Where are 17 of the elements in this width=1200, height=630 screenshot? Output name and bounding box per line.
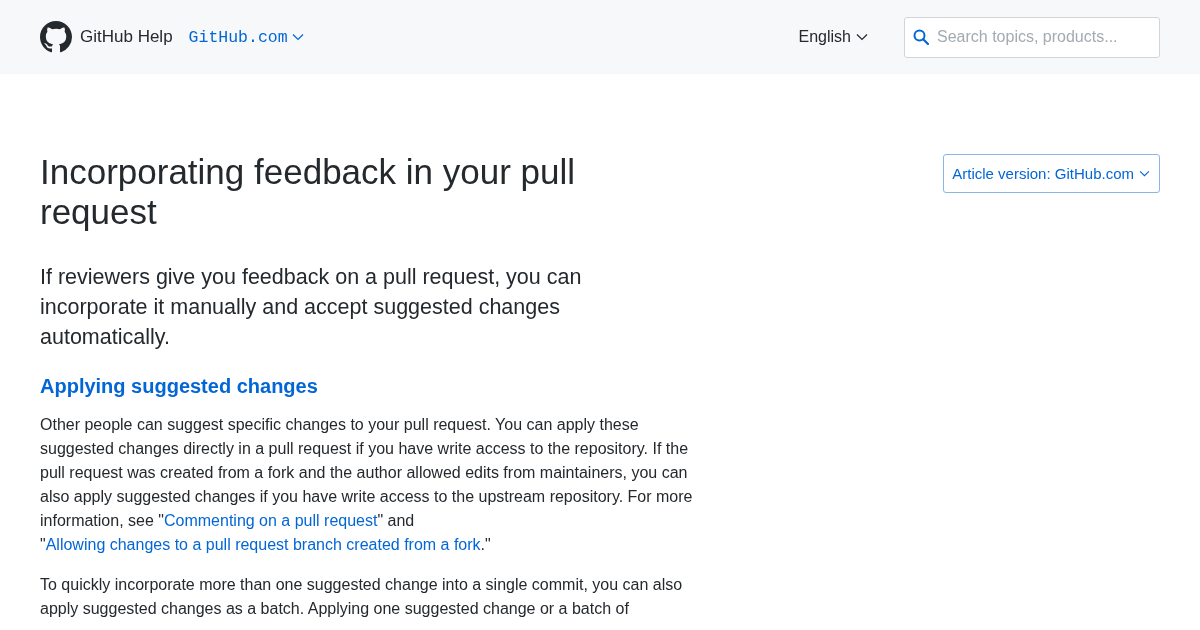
article-title: Incorporating feedback in your pull request <box>40 152 577 232</box>
section-heading-link[interactable]: Applying suggested changes <box>40 374 318 399</box>
site-title-link[interactable]: GitHub Help <box>80 27 173 47</box>
search-icon <box>913 28 929 45</box>
product-picker[interactable]: GitHub.com <box>188 27 304 47</box>
article-version-picker[interactable]: Article version: GitHub.com <box>943 154 1160 193</box>
article-intro: If reviewers give you feedback on a pull request, you can incorporate it manually and accept suggested changes automatically. <box>40 264 583 351</box>
search-field[interactable]: Search topics, products... <box>904 16 1160 58</box>
language-picker[interactable]: English <box>798 28 868 46</box>
inline-link[interactable]: Commenting on a pull request <box>163 512 378 529</box>
paragraph: Other people can suggest specific changes to your pull request. You can apply these suggested changes directly in a pull request if you have write access to the repository. If the pull request was created from a fork and the author allowed edits from maintainers, you can also apply suggested changes if you have write access to the upstream repository. For more information, see "Commenting on a pull request" and "Allowing changes to a pull request branch created from a fork." <box>40 415 694 555</box>
chevron-down-icon <box>856 33 868 41</box>
paragraph: To quickly incorporate more than one suggested change into a single commit, you can also apply suggested changes as a batch. Applying one suggested change or a batch of <box>40 575 684 619</box>
chevron-down-icon <box>291 33 304 41</box>
inline-link[interactable]: Allowing changes to a pull request branch created from a fork <box>45 536 481 553</box>
chevron-down-icon <box>1139 170 1150 177</box>
logo-icon[interactable] <box>40 21 72 53</box>
